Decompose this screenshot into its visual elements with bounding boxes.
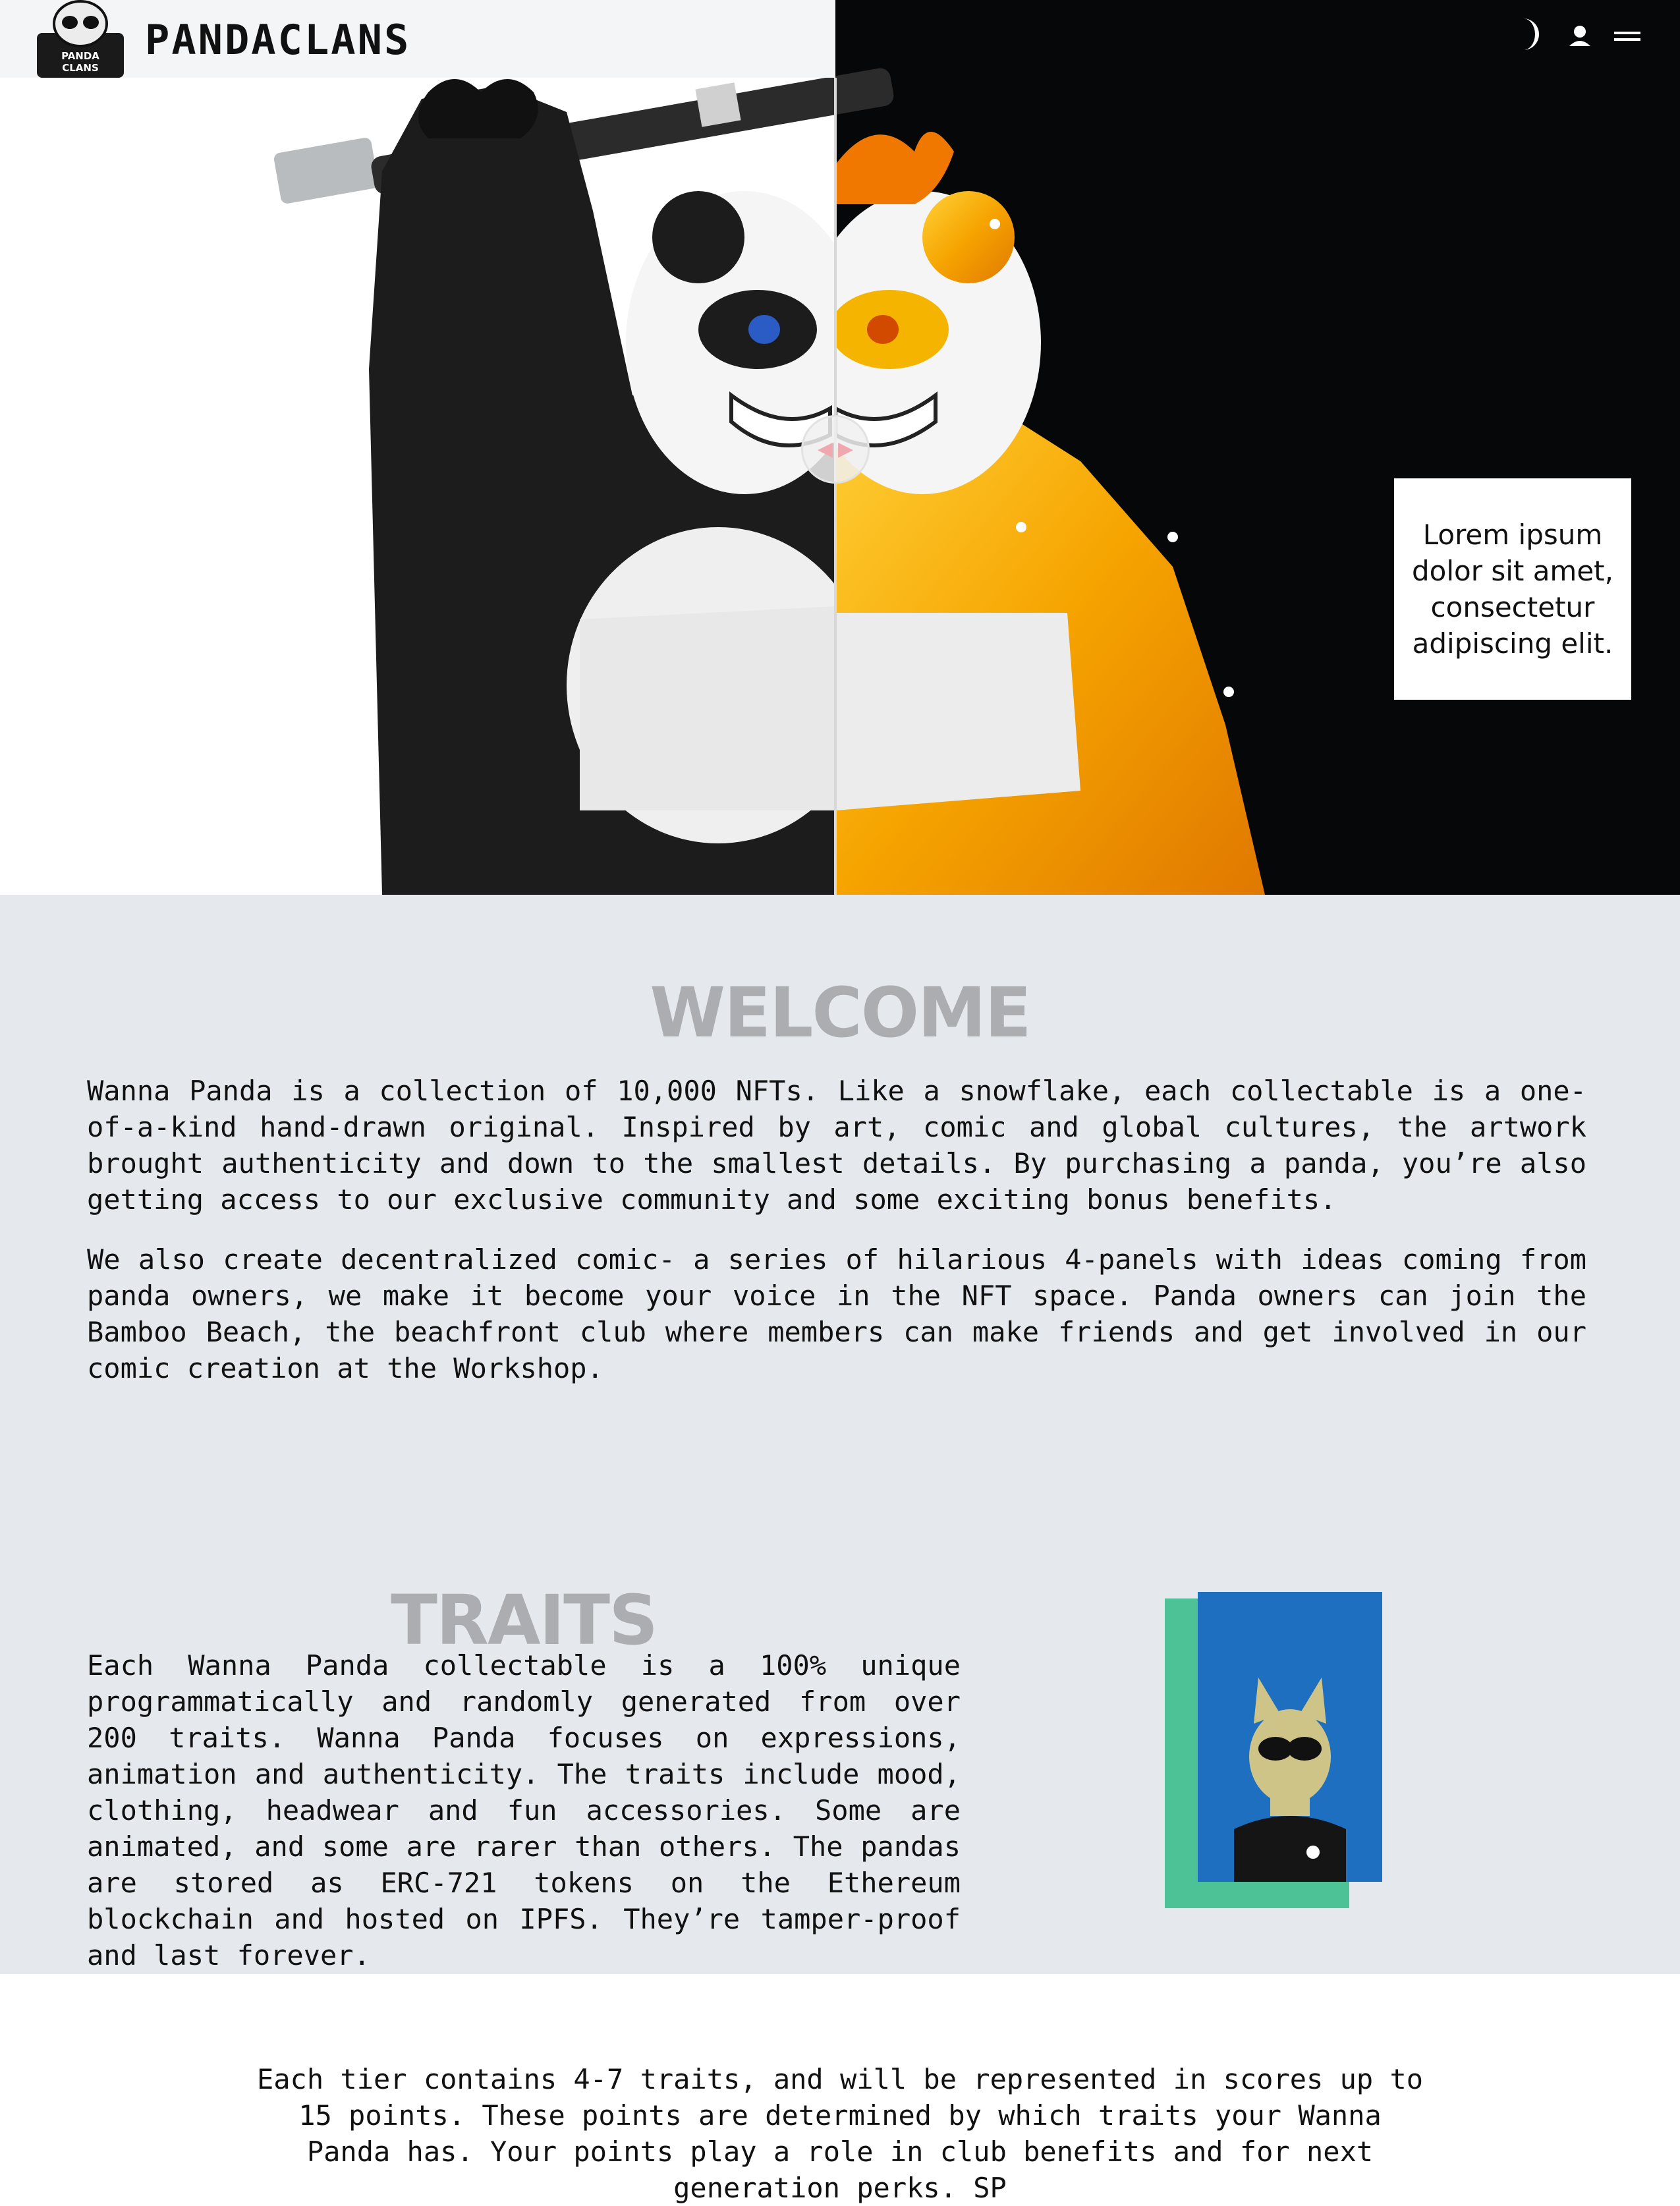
nft-card-stack[interactable]: [1165, 1592, 1382, 1921]
hero-section: ◀ ▶ Lorem ipsum dolor sit amet, consecte…: [0, 0, 1680, 895]
logo-caption-line2: CLANS: [62, 62, 99, 74]
brand-name[interactable]: PANDACLANS: [145, 17, 410, 63]
welcome-section: WELCOME Wanna Panda is a collection of 1…: [0, 895, 1680, 1974]
comparison-divider: [834, 78, 837, 895]
panda-gold-half: [835, 132, 1265, 895]
welcome-body: Wanna Panda is a collection of 10,000 NF…: [87, 1073, 1586, 1410]
logo-caption-line1: PANDA: [61, 50, 99, 62]
user-icon[interactable]: [1560, 14, 1600, 54]
welcome-paragraph-2: We also create decentralized comic- a se…: [87, 1243, 1586, 1384]
menu-icon[interactable]: [1608, 14, 1647, 54]
traits-body: Each Wanna Panda collectable is a 100% u…: [87, 1649, 961, 1971]
comparison-slider-handle[interactable]: ◀ ▶: [801, 415, 870, 484]
tier-description: Each tier contains 4-7 traits, and will …: [256, 2063, 1424, 2204]
top-nav-bar: PANDA CLANS PANDACLANS: [0, 0, 835, 78]
panda-bw-half: [369, 79, 835, 895]
chevron-right-icon: ▶: [838, 438, 854, 461]
welcome-paragraph-1: Wanna Panda is a collection of 10,000 NF…: [87, 1075, 1586, 1216]
nav-icon-group: [1416, 0, 1680, 78]
welcome-title: WELCOME: [650, 973, 1031, 1053]
chevron-left-icon: ◀: [817, 438, 833, 461]
pandaclans-logo[interactable]: PANDA CLANS: [37, 0, 124, 78]
moon-icon[interactable]: [1509, 14, 1548, 54]
hero-callout-text: Lorem ipsum dolor sit amet, consectetur …: [1411, 519, 1614, 660]
hero-callout: Lorem ipsum dolor sit amet, consectetur …: [1394, 478, 1631, 700]
